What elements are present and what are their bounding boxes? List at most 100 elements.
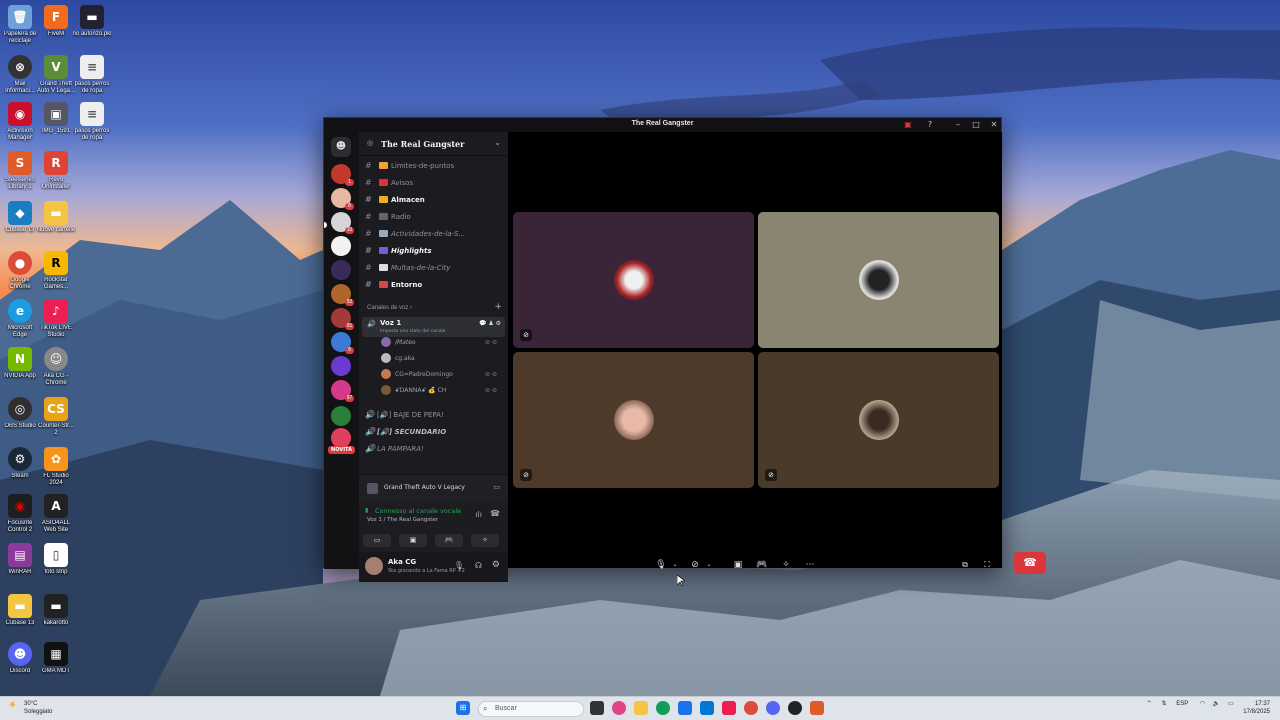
noise-suppression-icon[interactable]: ılı (475, 510, 482, 519)
chevron-down-icon[interactable]: ⌄ (704, 555, 714, 575)
cubase-icon[interactable]: ◆ Cubase 13 (0, 201, 40, 249)
activision-icon[interactable]: ◉ Activision Manager (0, 102, 40, 150)
server-header[interactable]: ◎ The Real Gangster ⌄ (359, 132, 508, 156)
folder-icon[interactable]: ▬ Cubase 13 (0, 594, 40, 642)
discord-icon[interactable]: ☻ Discord (0, 642, 40, 690)
wifi-icon[interactable]: ◠ (1200, 701, 1205, 707)
server-icon[interactable] (331, 406, 351, 426)
document-icon[interactable]: ≡ pasos perros de ropa (72, 102, 112, 150)
fl-studio-icon[interactable]: ✿ FL Studio 2024 (36, 447, 76, 495)
activities-icon[interactable]: 🎮 (754, 555, 770, 575)
store-icon[interactable] (678, 701, 692, 715)
activity-panel[interactable]: Grand Theft Auto V Legacy ▭ (359, 474, 508, 502)
maximize-button[interactable]: □ (969, 119, 983, 131)
channel-item[interactable]: # Entorno (365, 278, 503, 292)
channel-item[interactable]: # Multas-de-la-City (365, 261, 503, 275)
counter-strike-icon[interactable]: CS Counter-Str... 2 (36, 397, 76, 445)
document-icon[interactable]: ≡ pasos perros de ropa (72, 55, 112, 103)
camera-toggle-button[interactable]: ▭ (363, 534, 391, 547)
channel-item[interactable]: # Highlights (365, 244, 503, 258)
close-button[interactable]: ✕ (987, 119, 1001, 131)
revo-uninstaller-icon[interactable]: R Revo Uninstaller (36, 151, 76, 199)
system-tray[interactable]: ⌃ ⇅ ESP ◠ 🔈 ▭ 17:37 17/8/2025 (1147, 700, 1270, 716)
headphones-icon[interactable]: ☊ (475, 561, 482, 570)
obs-icon[interactable]: ◎ OBS Studio (0, 397, 40, 445)
chrome-icon[interactable]: ● Google Chrome (0, 251, 40, 299)
chevron-down-icon[interactable]: ⌄ (670, 555, 680, 575)
edge-taskbar-icon[interactable] (656, 701, 670, 715)
voice-user[interactable]: cg.aka (381, 352, 501, 366)
file-icon[interactable]: ▬ kakarotto (36, 594, 76, 642)
app-taskbar-icon[interactable] (788, 701, 802, 715)
app-taskbar-icon[interactable] (810, 701, 824, 715)
steelseries-icon[interactable]: S Steelseries Library 1 (0, 151, 40, 199)
participant-tile[interactable]: ⊘ (513, 212, 754, 348)
voice-channel-item[interactable]: 🔊 LA PAMPARA! (365, 442, 503, 456)
battery-icon[interactable]: ▭ (1228, 701, 1234, 707)
gma-mdt-icon[interactable]: ▦ GMA MDT (36, 642, 76, 690)
weather-widget[interactable]: ☀ 30°C Soleggiato (8, 700, 52, 716)
image-file-icon[interactable]: ▣ IMG_1591 (36, 102, 76, 150)
folder-icon[interactable]: ▬ Nuove cartelle (36, 201, 76, 249)
participant-tile[interactable]: ⊘ (758, 352, 999, 488)
server-icon[interactable]: 91 (331, 308, 354, 330)
clock[interactable]: 17:37 17/8/2025 (1243, 700, 1270, 716)
activities-button[interactable]: 🎮 (435, 534, 463, 547)
minimize-button[interactable]: – (951, 119, 965, 131)
channel-item[interactable]: # Almacen (365, 193, 503, 207)
voice-user[interactable]: ꗃDANNAꗃ 💰 CH ⊘ ⊘ (381, 384, 501, 398)
chevron-up-icon[interactable]: ⌃ (1147, 701, 1152, 707)
avatar[interactable] (365, 557, 383, 575)
voice-channel-item[interactable]: 🔊 [🔊] SECUNDARIO (365, 425, 503, 439)
voice-channel-item[interactable]: 🔊 [🔊] BAJE DE PEPA! (365, 408, 503, 422)
gta-v-icon[interactable]: V Grand Theft Auto V Lega... (36, 55, 76, 103)
fullscreen-icon[interactable]: ⛶ (980, 555, 994, 575)
asio4all-icon[interactable]: A ASIO4ALL Web Site (36, 494, 76, 542)
channel-item[interactable]: # Radio (365, 210, 503, 224)
server-icon[interactable] (331, 428, 351, 448)
voice-channel-active[interactable]: 🔊 Voz 1 Imposta uno stato del canale 💬 ♟… (362, 317, 505, 337)
outlook-icon[interactable] (700, 701, 714, 715)
participant-tile[interactable]: ⊘ (513, 352, 754, 488)
start-windows-icon[interactable]: ⊞ (456, 701, 470, 715)
microphone-icon[interactable]: 🎙 (654, 555, 668, 575)
chrome-profile-icon[interactable]: ☺ Aka CG - Chrome (36, 347, 76, 395)
camera-off-icon[interactable]: ⊘ (688, 555, 702, 575)
soundboard-button[interactable]: ✧ (471, 534, 499, 547)
disconnect-icon[interactable]: ☎ (490, 509, 500, 518)
server-icon[interactable]: 10 (331, 212, 354, 234)
voice-user[interactable]: CG=PadreDomingo ⊘ ⊘ (381, 368, 501, 382)
soundboard-icon[interactable]: ✧ (778, 555, 794, 575)
copilot-icon[interactable] (612, 701, 626, 715)
tiktok-icon[interactable]: ♪ TikTok LIVE Studio (36, 299, 76, 347)
voice-user[interactable]: /Mateo ⊘ ⊘ (381, 336, 501, 350)
network-icon[interactable]: ⇅ (1161, 701, 1166, 707)
help-icon[interactable]: ? (923, 119, 937, 131)
discord-taskbar-icon[interactable] (766, 701, 780, 715)
fivem-icon[interactable]: F FiveM (36, 5, 76, 53)
channel-item[interactable]: # Avisos (365, 176, 503, 190)
file-explorer-icon[interactable] (634, 701, 648, 715)
tiktok-taskbar-icon[interactable] (722, 701, 736, 715)
task-view-icon[interactable] (590, 701, 604, 715)
hang-up-button[interactable]: ☎ (1014, 552, 1046, 574)
edge-icon[interactable]: e Microsoft Edge (0, 299, 40, 347)
chrome-taskbar-icon[interactable] (744, 701, 758, 715)
window-titlebar[interactable]: The Real Gangster ▣ ? – □ ✕ (324, 118, 1001, 132)
channel-item[interactable]: # Actividades-de-la-S... (365, 227, 503, 241)
voice-channel-actions[interactable]: 💬 ♟ ⚙ (479, 320, 501, 327)
add-channel-icon[interactable]: + (494, 302, 502, 312)
image-file-icon[interactable]: ▯ foto strip (36, 543, 76, 591)
channel-item[interactable]: # Limites-de-puntos (365, 159, 503, 173)
voice-section-header[interactable]: Canales de voz › (367, 305, 412, 311)
server-icon[interactable]: 8 (331, 332, 354, 354)
screen-share-button[interactable]: ▣ (399, 534, 427, 547)
steam-icon[interactable]: ⚙ Steam (0, 447, 40, 495)
server-icon[interactable] (331, 236, 351, 256)
microphone-icon[interactable]: 🎙 (454, 561, 464, 570)
screen-share-icon[interactable]: ▭ (493, 483, 500, 491)
nvidia-icon[interactable]: N NVIDIA App (0, 347, 40, 395)
winrar-icon[interactable]: ▤ WinRAR (0, 543, 40, 591)
recycle-bin-icon[interactable]: 🗑 Papelera de reciclaje (0, 5, 40, 53)
server-icon[interactable]: 52 (331, 284, 354, 306)
